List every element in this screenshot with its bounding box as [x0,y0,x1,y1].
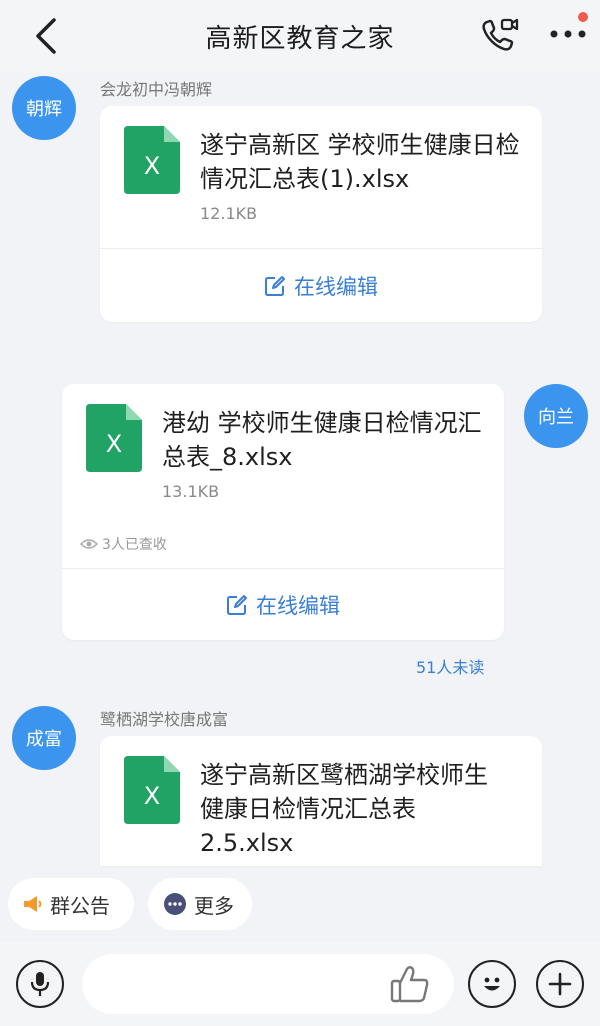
like-button[interactable] [388,964,432,1004]
read-receipt-label: 3人已查收 [102,537,167,553]
file-name: 遂宁高新区鹭栖湖学校师生健康日检情况汇总表2.5.xlsx [200,761,488,857]
svg-text:X: X [144,152,160,180]
smiley-icon [484,977,500,991]
edit-online-button[interactable]: 在线编辑 [100,249,542,322]
unread-count[interactable]: 51人未读 [416,654,484,678]
voice-input-button[interactable] [16,960,64,1008]
excel-file-icon: X [124,126,180,194]
notification-dot [578,12,588,22]
group-announcement-button[interactable]: 群公告 [8,878,134,930]
plus-icon [548,972,572,996]
sender-name: 会龙初中冯朝辉 [100,80,213,99]
more-dots-icon [550,30,586,38]
microphone-icon [30,972,50,996]
file-message-card[interactable]: X 遂宁高新区 学校师生健康日检情况汇总表(1).xlsx 12.1KB 在线编… [100,106,542,322]
file-size: 13.1KB [162,482,220,501]
add-attachment-button[interactable] [536,960,584,1008]
avatar[interactable]: 向兰 [524,384,588,448]
svg-text:X: X [106,430,122,458]
eye-icon [80,539,98,549]
file-size: 12.1KB [200,204,258,223]
voice-video-call-button[interactable] [478,14,520,56]
edit-online-button[interactable]: 在线编辑 [62,569,504,640]
edit-icon [227,594,247,615]
more-options-button[interactable] [548,26,590,40]
svg-text:X: X [144,782,160,810]
more-circle-icon [164,893,186,915]
read-receipt[interactable]: 3人已查收 [80,534,167,554]
file-message-card[interactable]: X 遂宁高新区鹭栖湖学校师生健康日检情况汇总表2.5.xlsx [100,736,542,866]
edit-online-label: 在线编辑 [256,593,340,618]
excel-file-icon: X [86,404,142,472]
file-message-card[interactable]: X 港幼 学校师生健康日检情况汇总表_8.xlsx 13.1KB 3人已查收 在… [62,384,504,640]
avatar[interactable]: 朝辉 [12,76,76,140]
more-actions-label: 更多 [194,893,234,918]
emoji-button[interactable] [468,960,516,1008]
megaphone-icon [24,896,42,912]
more-actions-button[interactable]: 更多 [148,878,252,930]
thumbs-up-icon [390,966,429,1003]
excel-file-icon: X [124,756,180,824]
phone-video-icon [482,18,519,51]
chat-header: 高新区教育之家 [0,0,600,72]
file-name: 港幼 学校师生健康日检情况汇总表_8.xlsx [162,409,482,471]
group-announcement-label: 群公告 [50,893,110,918]
sender-name: 鹭栖湖学校唐成富 [100,710,229,729]
input-bar [0,942,600,1026]
edit-icon [265,275,285,296]
file-name: 遂宁高新区 学校师生健康日检情况汇总表(1).xlsx [200,131,520,193]
avatar[interactable]: 成富 [12,706,76,770]
edit-online-label: 在线编辑 [294,274,378,299]
